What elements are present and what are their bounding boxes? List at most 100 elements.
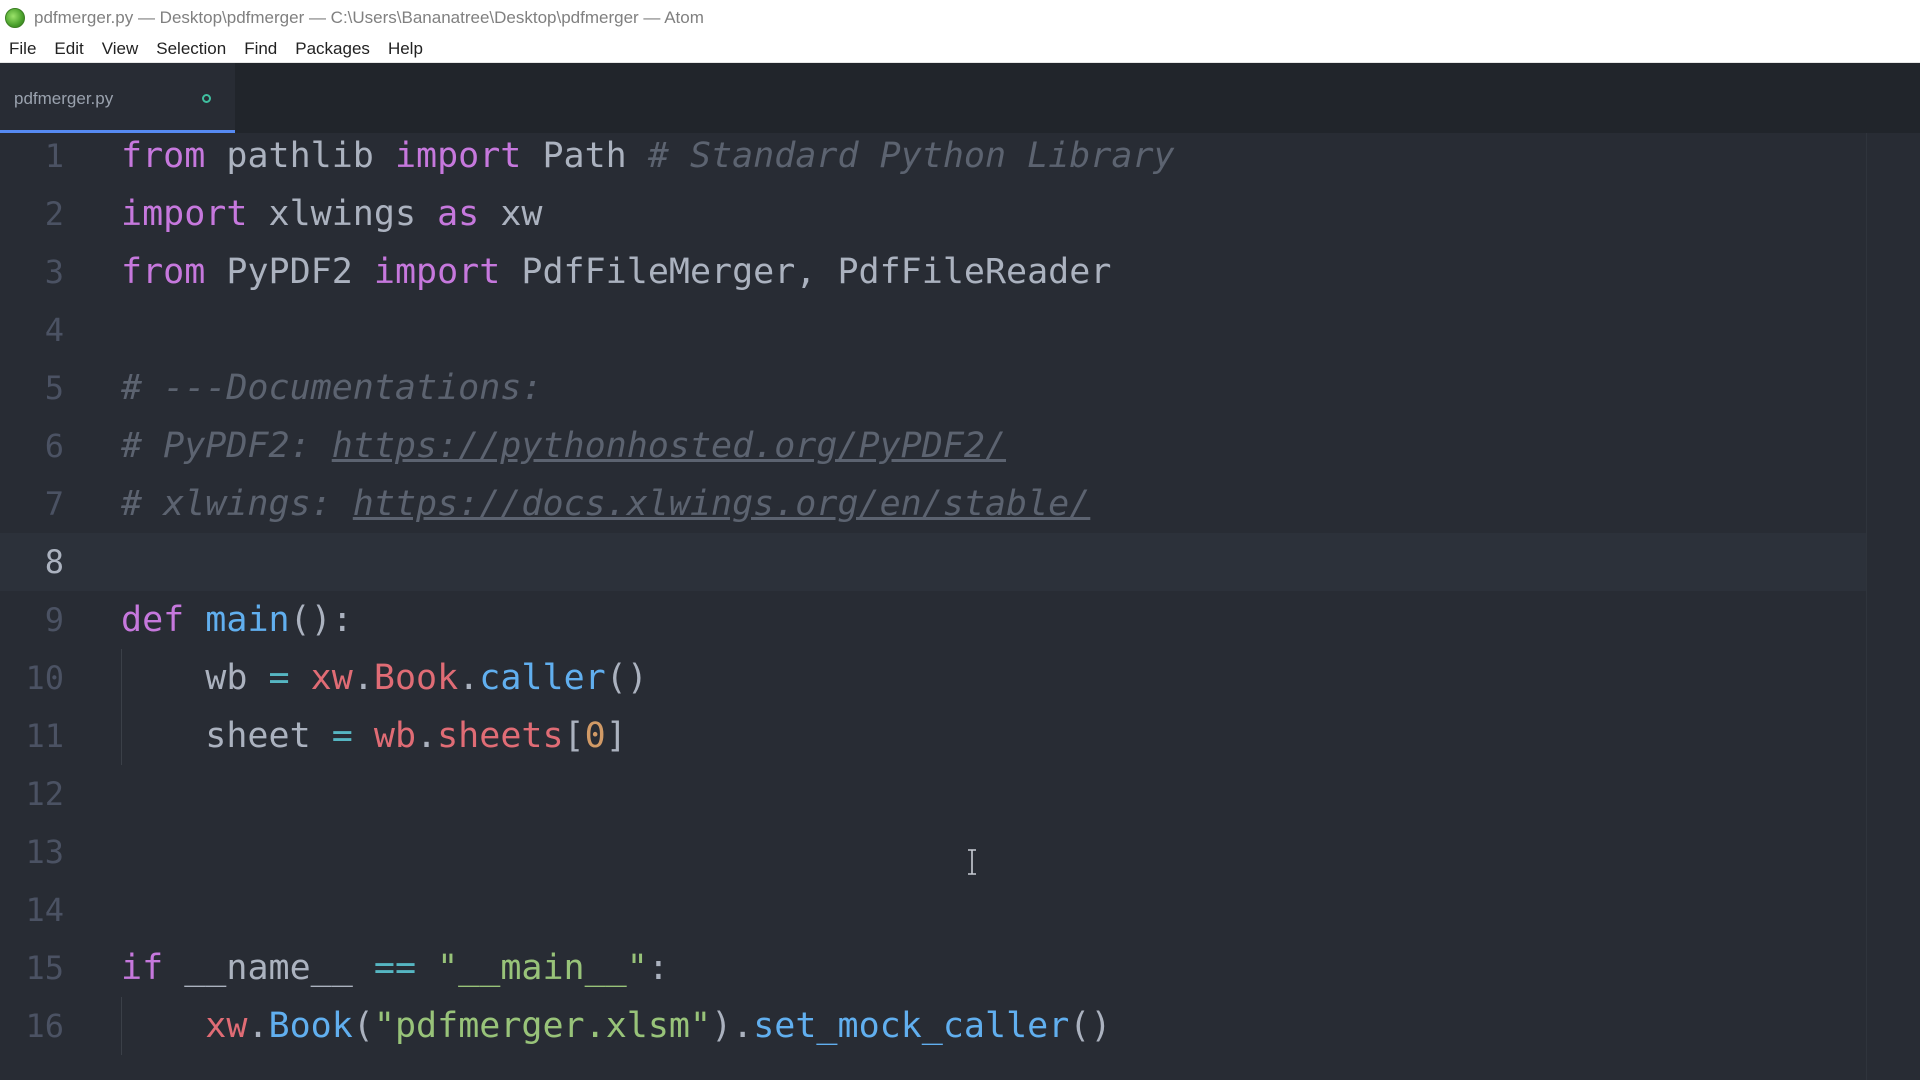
line-number[interactable]: 10 [0, 649, 64, 707]
line-number[interactable]: 13 [0, 823, 64, 881]
code-token: set_mock_caller [753, 1006, 1070, 1046]
menu-bar: File Edit View Selection Find Packages H… [0, 35, 1920, 63]
code-line[interactable]: if __name__ == "__main__": [121, 939, 669, 997]
code-token: ). [711, 1006, 754, 1046]
code-token: https://docs.xlwings.org/en/stable/ [352, 484, 1091, 524]
code-line[interactable]: from PyPDF2 import PdfFileMerger, PdfFil… [121, 243, 1111, 301]
line-number[interactable]: 9 [0, 591, 64, 649]
code-line[interactable]: xw.Book("pdfmerger.xlsm").set_mock_calle… [121, 997, 1111, 1055]
code-line[interactable]: wb = xw.Book.caller() [121, 649, 648, 707]
indent-guide [121, 649, 122, 765]
code-token: import [394, 136, 522, 176]
code-token: if [121, 948, 164, 988]
menu-packages[interactable]: Packages [286, 39, 379, 59]
code-token: . [247, 1006, 269, 1046]
code-token: "__main__" [437, 948, 648, 988]
code-line[interactable]: sheet = wb.sheets[0] [121, 707, 627, 765]
menu-find[interactable]: Find [235, 39, 286, 59]
menu-selection[interactable]: Selection [147, 39, 235, 59]
menu-help[interactable]: Help [379, 39, 432, 59]
line-number[interactable]: 2 [0, 185, 64, 243]
line-number[interactable]: 12 [0, 765, 64, 823]
code-token: Path [521, 136, 648, 176]
code-token: sheet [121, 716, 332, 756]
code-token: = [331, 716, 353, 756]
line-number[interactable]: 1 [0, 127, 64, 185]
line-number[interactable]: 6 [0, 417, 64, 475]
window-title: pdfmerger.py — Desktop\pdfmerger — C:\Us… [34, 7, 704, 27]
code-token: def [121, 600, 185, 640]
code-token: Book [373, 658, 459, 698]
code-token: xw [310, 658, 353, 698]
code-token: (): [289, 600, 353, 640]
code-line[interactable]: from pathlib import Path # Standard Pyth… [121, 127, 1175, 185]
text-cursor-icon [968, 849, 976, 875]
code-token: # ---Documentations: [121, 368, 543, 408]
code-token: from [121, 136, 206, 176]
tab-title: pdfmerger.py [14, 89, 114, 108]
code-token: https://pythonhosted.org/PyPDF2/ [331, 426, 1007, 466]
code-token: [ [563, 716, 585, 756]
editor-edge-divider [1866, 133, 1867, 1080]
code-token: . [416, 716, 438, 756]
code-token: # PyPDF2: [121, 426, 332, 466]
code-line[interactable]: def main(): [121, 591, 353, 649]
code-token: xw [205, 1006, 248, 1046]
code-token: as [437, 194, 480, 234]
code-token: wb [121, 658, 269, 698]
code-token: # xlwings: [121, 484, 353, 524]
code-line[interactable]: import xlwings as xw [121, 185, 542, 243]
tab-bar: pdfmerger.py [0, 63, 1920, 133]
line-number[interactable]: 16 [0, 997, 64, 1055]
code-token: import [373, 252, 501, 292]
code-token: ] [605, 716, 627, 756]
code-editor[interactable]: 1 2 3 4 5 6 7 8 9 10 11 12 13 14 15 16 from pathlib impo… [0, 133, 1920, 1080]
code-token: xlwings [247, 194, 438, 234]
code-token: PdfFileMerger, PdfFileReader [500, 252, 1112, 292]
code-token: caller [479, 658, 606, 698]
code-token: . [352, 658, 374, 698]
code-line[interactable]: # ---Documentations: [121, 359, 542, 417]
menu-file[interactable]: File [0, 39, 45, 59]
line-number[interactable]: 8 [0, 533, 64, 591]
menu-edit[interactable]: Edit [45, 39, 92, 59]
line-number[interactable]: 3 [0, 243, 64, 301]
line-number[interactable]: 4 [0, 301, 64, 359]
code-token: = [268, 658, 290, 698]
line-number[interactable]: 5 [0, 359, 64, 417]
line-number[interactable]: 14 [0, 881, 64, 939]
indent-guide [121, 997, 122, 1055]
atom-app-icon[interactable] [5, 7, 25, 28]
code-token: PyPDF2 [205, 252, 374, 292]
code-token: () [1069, 1006, 1112, 1046]
code-token: from [121, 252, 206, 292]
code-line[interactable]: # xlwings: https://docs.xlwings.org/en/s… [121, 475, 1090, 533]
code-token: ( [352, 1006, 374, 1046]
code-token: pathlib [205, 136, 395, 176]
code-token: import [121, 194, 248, 234]
code-token: main [205, 600, 290, 640]
line-number[interactable]: 7 [0, 475, 64, 533]
code-token: # Standard Python Library [647, 136, 1175, 176]
line-number[interactable]: 15 [0, 939, 64, 997]
title-bar[interactable]: pdfmerger.py — Desktop\pdfmerger — C:\Us… [0, 0, 1920, 35]
code-token: Book [268, 1006, 353, 1046]
active-line-highlight [0, 533, 1866, 591]
code-token: () [605, 658, 648, 698]
modified-indicator-icon[interactable] [202, 94, 211, 103]
code-token: sheets [437, 716, 564, 756]
menu-view[interactable]: View [93, 39, 148, 59]
code-token: 0 [584, 716, 606, 756]
code-line[interactable]: # PyPDF2: https://pythonhosted.org/PyPDF… [121, 417, 1006, 475]
code-token: == [373, 948, 417, 988]
code-token: "pdfmerger.xlsm" [373, 1006, 712, 1046]
tab-pdfmerger-py[interactable]: pdfmerger.py [0, 63, 235, 133]
line-number[interactable]: 11 [0, 707, 64, 765]
code-token: xw [479, 194, 543, 234]
code-token: : [647, 948, 669, 988]
